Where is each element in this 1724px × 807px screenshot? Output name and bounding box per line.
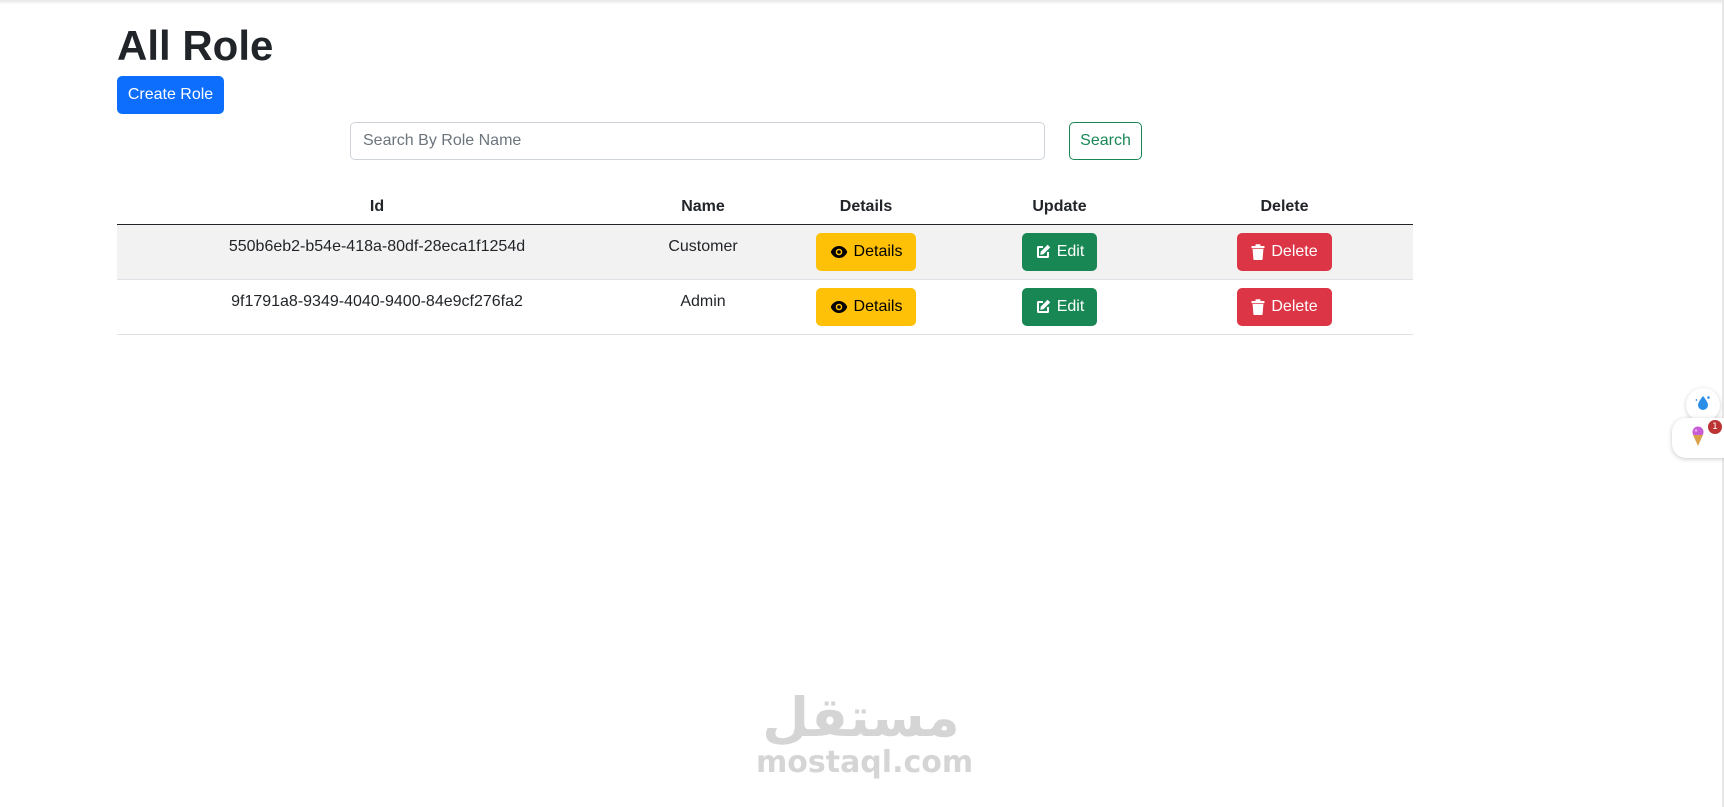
- edit-icon: [1035, 244, 1051, 260]
- details-cell: Details: [769, 224, 963, 280]
- create-role-button[interactable]: Create Role: [117, 76, 224, 114]
- details-button-label: Details: [853, 297, 903, 315]
- table-row: 9f1791a8-9349-4040-9400-84e9cf276fa2 Adm…: [117, 279, 1413, 335]
- details-button-label: Details: [853, 242, 903, 260]
- role-name-cell: Customer: [637, 224, 769, 280]
- browser-top-edge: [0, 0, 1724, 4]
- page-title: All Role: [117, 22, 274, 69]
- water-drop-button[interactable]: [1686, 388, 1720, 422]
- delete-button-label: Delete: [1271, 297, 1318, 315]
- delete-button[interactable]: Delete: [1237, 287, 1332, 326]
- update-cell: Edit: [963, 279, 1156, 335]
- table-header-row: Id Name Details Update Delete: [117, 190, 1413, 225]
- edit-button[interactable]: Edit: [1021, 287, 1098, 326]
- column-header-id: Id: [117, 190, 637, 225]
- delete-cell: Delete: [1156, 279, 1413, 335]
- edit-icon: [1035, 299, 1051, 315]
- edit-button-label: Edit: [1056, 242, 1085, 260]
- details-button[interactable]: Details: [815, 232, 917, 271]
- column-header-name: Name: [637, 190, 769, 225]
- watermark-arabic-text: مستقل: [762, 686, 960, 749]
- column-header-update: Update: [963, 190, 1156, 225]
- delete-button[interactable]: Delete: [1237, 232, 1332, 271]
- update-cell: Edit: [963, 224, 1156, 280]
- notification-badge: 1: [1708, 420, 1722, 434]
- edit-button-label: Edit: [1056, 297, 1085, 315]
- eye-icon: [830, 300, 848, 314]
- watermark-latin-text: mostaql.com: [756, 745, 974, 780]
- details-button[interactable]: Details: [815, 287, 917, 326]
- edit-button[interactable]: Edit: [1021, 232, 1098, 271]
- trash-icon: [1251, 243, 1265, 260]
- browser-extension-widget[interactable]: 1: [1672, 388, 1724, 460]
- trash-icon: [1251, 298, 1265, 315]
- delete-button-label: Delete: [1271, 242, 1318, 260]
- column-header-details: Details: [769, 190, 963, 225]
- water-drop-icon: [1694, 394, 1712, 417]
- role-id-cell: 9f1791a8-9349-4040-9400-84e9cf276fa2: [117, 279, 637, 335]
- delete-cell: Delete: [1156, 224, 1413, 280]
- column-header-delete: Delete: [1156, 190, 1413, 225]
- table-row: 550b6eb2-b54e-418a-80df-28eca1f1254d Cus…: [117, 224, 1413, 280]
- role-id-cell: 550b6eb2-b54e-418a-80df-28eca1f1254d: [117, 224, 637, 280]
- ice-cream-icon: [1689, 425, 1707, 452]
- search-button[interactable]: Search: [1069, 122, 1142, 160]
- role-name-cell: Admin: [637, 279, 769, 335]
- eye-icon: [830, 245, 848, 259]
- details-cell: Details: [769, 279, 963, 335]
- search-input[interactable]: [350, 122, 1045, 160]
- roles-table: Id Name Details Update Delete 550b6eb2-b…: [117, 190, 1413, 335]
- mostaql-watermark: مستقل mostaql.com: [756, 686, 974, 780]
